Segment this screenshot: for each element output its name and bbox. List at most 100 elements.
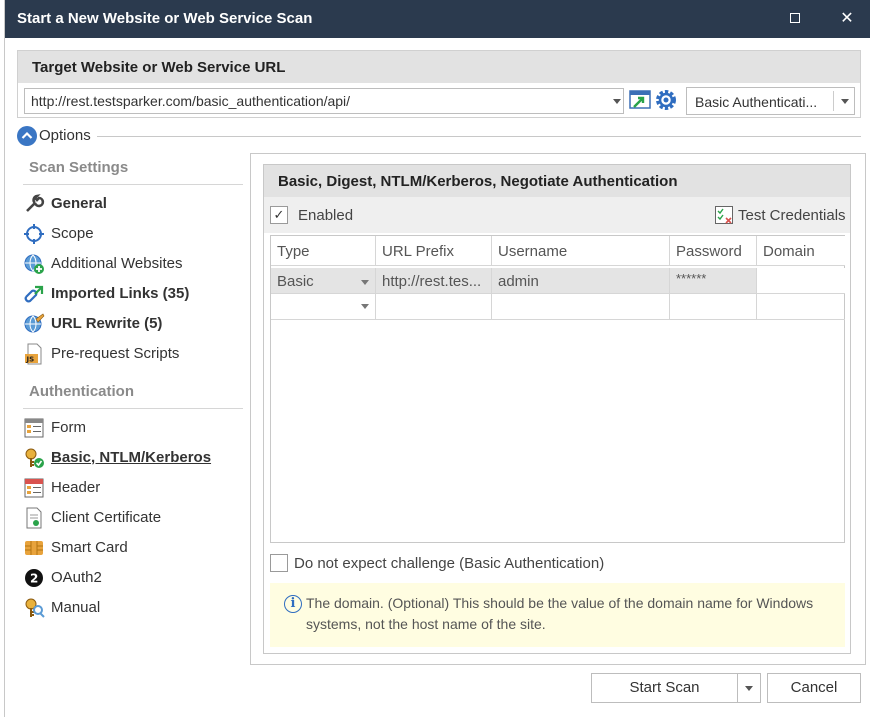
manual-key-icon bbox=[25, 598, 45, 618]
smart-card-icon bbox=[25, 541, 43, 555]
cell-type[interactable]: Basic bbox=[271, 268, 376, 294]
sidebar-item-label: Form bbox=[51, 419, 86, 436]
open-in-browser-button[interactable] bbox=[628, 88, 654, 114]
sidebar-item-label: Manual bbox=[51, 599, 101, 616]
enabled-row: ✓ Enabled Test Credentials bbox=[264, 197, 850, 233]
info-icon: i bbox=[284, 595, 302, 613]
credentials-grid: Type URL Prefix Username Password Domain… bbox=[270, 235, 845, 543]
start-scan-button[interactable]: Start Scan bbox=[591, 673, 738, 703]
cell-url-prefix[interactable]: http://rest.tes... bbox=[376, 268, 492, 294]
cell-domain[interactable] bbox=[757, 268, 845, 294]
column-header-domain[interactable]: Domain bbox=[757, 236, 845, 266]
scan-settings-gear-button[interactable] bbox=[654, 88, 680, 114]
no-challenge-row: Do not expect challenge (Basic Authentic… bbox=[270, 553, 845, 575]
column-header-username[interactable]: Username bbox=[492, 236, 670, 266]
new-cell-username[interactable] bbox=[492, 294, 670, 320]
type-dropdown-caret-icon[interactable] bbox=[361, 304, 369, 309]
sidebar-item-label: Scope bbox=[51, 225, 94, 242]
type-dropdown-caret-icon[interactable] bbox=[361, 280, 369, 285]
target-url-input[interactable] bbox=[25, 89, 595, 113]
sidebar-item-label: OAuth2 bbox=[51, 569, 102, 586]
chevron-down-icon bbox=[745, 686, 753, 691]
options-divider bbox=[97, 136, 861, 137]
options-toggle-row[interactable]: Options bbox=[17, 124, 861, 148]
sidebar-item-form[interactable]: Form bbox=[21, 415, 241, 441]
browser-arrow-icon bbox=[629, 90, 651, 109]
column-header-password[interactable]: Password bbox=[670, 236, 757, 266]
header-icon bbox=[24, 478, 44, 498]
auth-profile-select[interactable]: Basic Authenticati... bbox=[686, 87, 855, 115]
close-button[interactable]: ✕ bbox=[835, 8, 859, 30]
test-credentials-button[interactable]: Test Credentials bbox=[714, 205, 850, 227]
target-url-header: Target Website or Web Service URL bbox=[18, 51, 860, 83]
sidebar-item-manual[interactable]: Manual bbox=[21, 595, 241, 621]
auth-group-header: Basic, Digest, NTLM/Kerberos, Negotiate … bbox=[264, 165, 850, 197]
new-cell-type[interactable] bbox=[271, 294, 376, 320]
window-title: Start a New Website or Web Service Scan bbox=[17, 10, 313, 27]
new-cell-password[interactable] bbox=[670, 294, 757, 320]
sidebar-item-label: Header bbox=[51, 479, 101, 496]
start-scan-dropdown-button[interactable] bbox=[737, 673, 761, 703]
certificate-icon bbox=[26, 507, 42, 529]
svg-text:2: 2 bbox=[30, 572, 38, 586]
column-header-url-prefix[interactable]: URL Prefix bbox=[376, 236, 492, 266]
cell-type-value: Basic bbox=[277, 273, 314, 290]
section-divider bbox=[23, 184, 243, 185]
target-url-panel: Target Website or Web Service URL Basic … bbox=[17, 50, 861, 118]
column-header-type[interactable]: Type bbox=[271, 236, 376, 266]
no-challenge-label: Do not expect challenge (Basic Authentic… bbox=[294, 555, 605, 572]
enabled-checkbox[interactable]: ✓ bbox=[270, 206, 288, 224]
form-icon bbox=[24, 418, 44, 438]
sidebar-item-general[interactable]: General bbox=[21, 191, 241, 217]
cell-password[interactable]: ****** bbox=[670, 268, 757, 294]
section-divider bbox=[23, 408, 243, 409]
new-cell-domain[interactable] bbox=[757, 294, 845, 320]
sidebar-item-additional-websites[interactable]: Additional Websites bbox=[21, 251, 241, 277]
cell-username[interactable]: admin bbox=[492, 268, 670, 294]
scan-dialog: Start a New Website or Web Service Scan … bbox=[4, 0, 870, 717]
auth-profile-value: Basic Authenticati... bbox=[695, 94, 818, 110]
authentication-heading: Authentication bbox=[29, 383, 134, 400]
options-label: Options bbox=[39, 127, 91, 144]
cancel-button[interactable]: Cancel bbox=[767, 673, 861, 703]
sidebar-item-label: Additional Websites bbox=[51, 255, 183, 272]
info-text: The domain. (Optional) This should be th… bbox=[306, 595, 814, 632]
globe-plus-icon bbox=[24, 254, 44, 274]
gear-icon bbox=[656, 90, 676, 110]
maximize-button[interactable] bbox=[783, 8, 807, 30]
sidebar-item-basic-ntlm-kerberos[interactable]: Basic, NTLM/Kerberos bbox=[21, 445, 241, 471]
test-credentials-label: Test Credentials bbox=[738, 207, 846, 224]
svg-text:JS: JS bbox=[26, 356, 35, 364]
sidebar-item-label: Imported Links (35) bbox=[51, 285, 190, 302]
sidebar-item-oauth2[interactable]: 2 OAuth2 bbox=[21, 565, 241, 591]
info-box: i The domain. (Optional) This should be … bbox=[270, 583, 845, 647]
sidebar-item-label: General bbox=[51, 195, 107, 212]
target-url-combobox[interactable] bbox=[24, 88, 624, 114]
sidebar-item-url-rewrite[interactable]: URL Rewrite (5) bbox=[21, 311, 241, 337]
sidebar-item-client-certificate[interactable]: Client Certificate bbox=[21, 505, 241, 531]
new-cell-url-prefix[interactable] bbox=[376, 294, 492, 320]
no-challenge-checkbox[interactable] bbox=[270, 554, 288, 572]
select-separator bbox=[833, 91, 834, 111]
chevron-down-icon[interactable] bbox=[841, 99, 849, 104]
js-script-icon: JS bbox=[25, 343, 42, 365]
sidebar-item-scope[interactable]: Scope bbox=[21, 221, 241, 247]
title-bar: Start a New Website or Web Service Scan … bbox=[5, 0, 870, 38]
collapse-up-icon[interactable] bbox=[17, 126, 37, 146]
enabled-label: Enabled bbox=[298, 207, 354, 224]
sidebar-item-imported-links[interactable]: Imported Links (35) bbox=[21, 281, 241, 307]
sidebar-item-pre-request-scripts[interactable]: JS Pre-request Scripts bbox=[21, 341, 241, 367]
key-check-icon bbox=[25, 448, 44, 468]
sidebar-item-label: Basic, NTLM/Kerberos bbox=[51, 449, 212, 466]
sidebar-item-label: Smart Card bbox=[51, 539, 128, 556]
globe-rewrite-icon bbox=[24, 313, 45, 333]
test-credentials-icon bbox=[715, 206, 733, 224]
sidebar-item-smart-card[interactable]: Smart Card bbox=[21, 535, 241, 561]
url-dropdown-caret-icon[interactable] bbox=[613, 99, 621, 104]
sidebar-item-header[interactable]: Header bbox=[21, 475, 241, 501]
sidebar-item-label: URL Rewrite (5) bbox=[51, 315, 163, 332]
maximize-icon bbox=[790, 13, 800, 23]
sidebar-item-label: Client Certificate bbox=[51, 509, 162, 526]
scan-settings-heading: Scan Settings bbox=[29, 159, 129, 176]
oauth2-icon: 2 bbox=[25, 569, 43, 587]
